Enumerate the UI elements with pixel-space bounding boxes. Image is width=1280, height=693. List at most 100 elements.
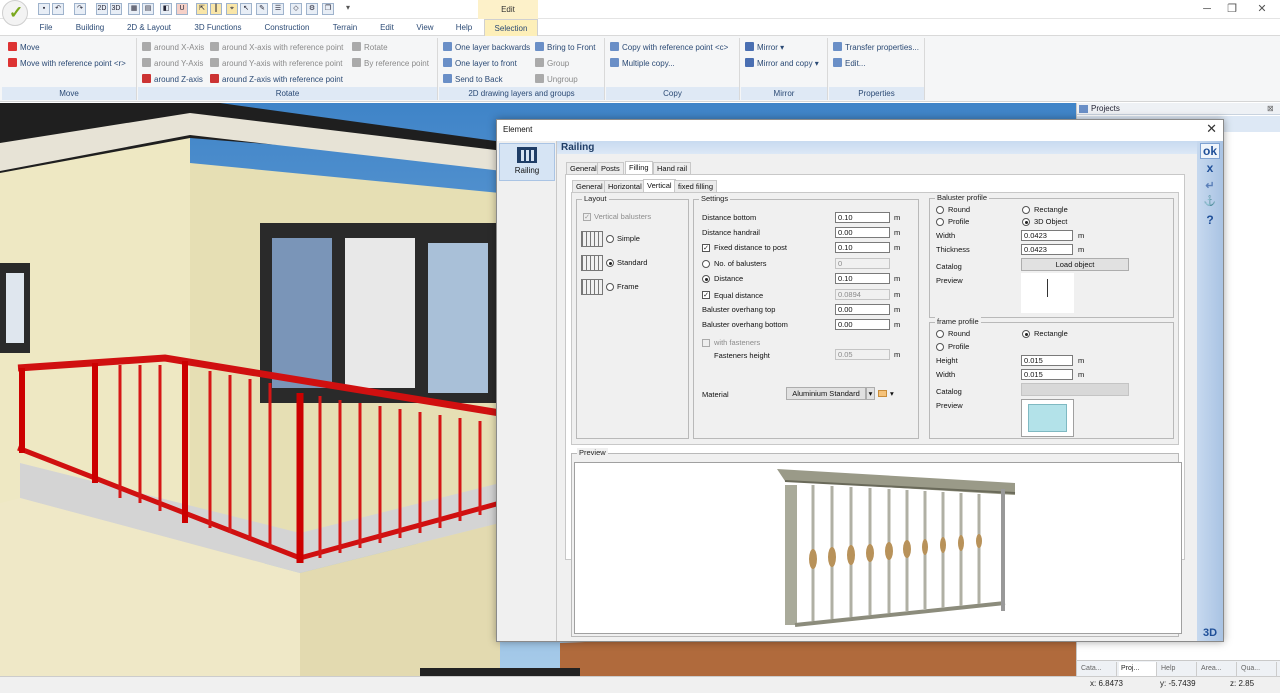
rotate-z-button[interactable]: around Z-axis <box>142 74 203 86</box>
3d-button[interactable]: 3D <box>1200 627 1220 639</box>
tab-catalog[interactable]: Cata... <box>1079 662 1117 676</box>
bars-icon[interactable]: ║ <box>210 3 222 15</box>
vertical-balusters-checkbox[interactable]: ✓ <box>583 213 591 221</box>
transfer-properties-button[interactable]: Transfer properties... <box>833 42 919 54</box>
object3d-radio[interactable] <box>1022 218 1030 226</box>
magnet-icon[interactable]: U <box>176 3 188 15</box>
panel-pin-icon[interactable]: ⊠ <box>1267 104 1274 113</box>
grid-icon[interactable]: ▦ <box>128 3 140 15</box>
tab-building[interactable]: Building <box>70 19 110 36</box>
subtab-fixed-filling[interactable]: fixed filling <box>674 180 718 192</box>
copy-icon[interactable]: ❐ <box>322 3 334 15</box>
frame-profile-radio[interactable] <box>936 343 944 351</box>
rotate-y-ref-button[interactable]: around Y-axis with reference point <box>210 58 343 70</box>
material-select[interactable]: Aluminium Standard <box>786 387 866 400</box>
tab-view[interactable]: View <box>412 19 438 36</box>
help-icon[interactable]: ? <box>1200 213 1220 227</box>
qat-dropdown-icon[interactable]: ▾ <box>346 3 350 12</box>
frame-width-input[interactable]: 0.015 <box>1021 369 1073 380</box>
fixed-distance-checkbox[interactable]: ✓ <box>702 244 710 252</box>
undo-icon[interactable]: ↶ <box>52 3 64 15</box>
no-balusters-input[interactable]: 0 <box>835 258 890 269</box>
load-object-button[interactable]: Load object <box>1021 258 1129 271</box>
frame-rectangle-radio[interactable] <box>1022 330 1030 338</box>
subtab-general[interactable]: General <box>572 180 607 192</box>
tab-quantities[interactable]: Qua... <box>1239 662 1277 676</box>
tab-selection[interactable]: Selection <box>484 19 538 36</box>
tab-general[interactable]: General <box>566 162 601 174</box>
rotate-y-button[interactable]: around Y-Axis <box>142 58 203 70</box>
pointer-icon[interactable]: ↖ <box>240 3 252 15</box>
tab-projects[interactable]: Proj... <box>1119 662 1157 676</box>
rotate-z-ref-button[interactable]: around Z-axis with reference point <box>210 74 343 86</box>
bring-to-front-button[interactable]: Bring to Front <box>535 42 595 54</box>
note-icon[interactable]: ☰ <box>272 3 284 15</box>
anchor-icon[interactable]: ⚓ <box>1200 196 1220 207</box>
ungroup-button[interactable]: Ungroup <box>535 74 578 86</box>
2d-view-button[interactable]: 2D <box>96 3 108 15</box>
3d-view-button[interactable]: 3D <box>110 3 122 15</box>
tab-hand-rail[interactable]: Hand rail <box>653 162 692 174</box>
save-icon[interactable]: ▪ <box>38 3 50 15</box>
frame-catalog-field[interactable] <box>1021 383 1129 396</box>
copy-ref-button[interactable]: Copy with reference point <c> <box>610 42 728 54</box>
tab-3d-functions[interactable]: 3D Functions <box>190 19 246 36</box>
tab-edit[interactable]: Edit <box>376 19 398 36</box>
element-item-railing[interactable]: Railing <box>499 143 555 181</box>
multiple-copy-button[interactable]: Multiple copy... <box>610 58 675 70</box>
move-button[interactable]: Move <box>8 42 40 54</box>
distance-radio[interactable] <box>702 275 710 283</box>
material-folder-icon[interactable] <box>878 390 887 397</box>
layer-front-button[interactable]: One layer to front <box>443 58 517 70</box>
group-button[interactable]: Group <box>535 58 569 70</box>
standard-radio[interactable] <box>606 259 614 267</box>
tab-help[interactable]: Help <box>452 19 476 36</box>
close-icon[interactable]: ✕ <box>1252 2 1272 16</box>
tab-area[interactable]: Area... <box>1199 662 1237 676</box>
tab-file[interactable]: File <box>38 19 54 36</box>
material-dropdown-icon[interactable]: ▾ <box>866 387 875 400</box>
tab-2d-layout[interactable]: 2D & Layout <box>124 19 174 36</box>
equal-distance-input[interactable]: 0.0894 <box>835 289 890 300</box>
overhang-bottom-input[interactable]: 0.00 <box>835 319 890 330</box>
mirror-button[interactable]: Mirror ▾ <box>745 42 784 54</box>
move-ref-button[interactable]: Move with reference point <r> <box>8 58 126 70</box>
equal-distance-checkbox[interactable]: ✓ <box>702 291 710 299</box>
rotate-button[interactable]: Rotate <box>352 42 388 54</box>
mirror-copy-button[interactable]: Mirror and copy ▾ <box>745 58 819 70</box>
simple-radio[interactable] <box>606 235 614 243</box>
dialog-close-icon[interactable]: ✕ <box>1206 121 1217 137</box>
tool-icon[interactable]: ⚙ <box>306 3 318 15</box>
measure-icon[interactable]: ◇ <box>290 3 302 15</box>
subtab-vertical[interactable]: Vertical <box>643 179 676 192</box>
select-icon[interactable]: ⇱ <box>196 3 208 15</box>
app-logo[interactable]: ✓ <box>2 0 28 26</box>
apply-icon[interactable]: ↵ <box>1200 179 1220 192</box>
tab-terrain[interactable]: Terrain <box>328 19 362 36</box>
layout-icon[interactable]: ▤ <box>142 3 154 15</box>
redo-icon[interactable]: ↷ <box>74 3 86 15</box>
fasteners-height-input[interactable]: 0.05 <box>835 349 890 360</box>
edit-icon[interactable]: ✎ <box>256 3 268 15</box>
distance-bottom-input[interactable]: 0.10 <box>835 212 890 223</box>
tab-construction[interactable]: Construction <box>260 19 314 36</box>
send-to-back-button[interactable]: Send to Back <box>443 74 503 86</box>
no-balusters-radio[interactable] <box>702 260 710 268</box>
rectangle-radio[interactable] <box>1022 206 1030 214</box>
overhang-top-input[interactable]: 0.00 <box>835 304 890 315</box>
maximize-icon[interactable]: ❐ <box>1222 2 1242 16</box>
frame-radio[interactable] <box>606 283 614 291</box>
frame-height-input[interactable]: 0.015 <box>1021 355 1073 366</box>
distance-input[interactable]: 0.10 <box>835 273 890 284</box>
profile-radio[interactable] <box>936 218 944 226</box>
rotate-x-button[interactable]: around X-Axis <box>142 42 204 54</box>
thickness-input[interactable]: 0.0423 <box>1021 244 1073 255</box>
subtab-horizontal[interactable]: Horizontal <box>604 180 646 192</box>
camera-icon[interactable]: ◧ <box>160 3 172 15</box>
cancel-button[interactable]: x <box>1200 161 1220 175</box>
snap-icon[interactable]: ⌖ <box>226 3 238 15</box>
frame-round-radio[interactable] <box>936 330 944 338</box>
minimize-icon[interactable]: ─ <box>1197 2 1217 16</box>
material-options-icon[interactable]: ▾ <box>890 389 894 398</box>
with-fasteners-checkbox[interactable] <box>702 339 710 347</box>
